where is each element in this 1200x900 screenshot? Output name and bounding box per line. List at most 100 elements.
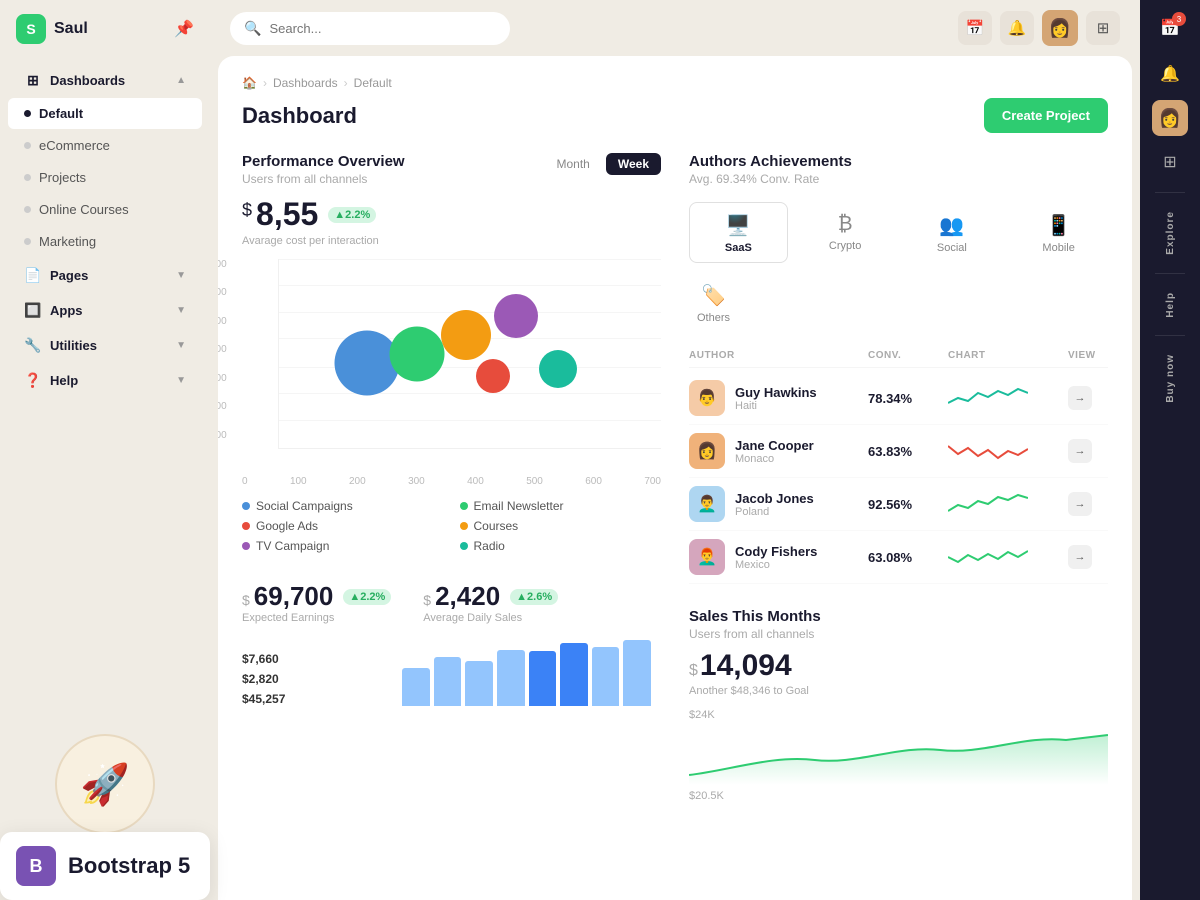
chart-svg — [948, 383, 1028, 413]
grid-panel-btn[interactable]: ⊞ — [1150, 142, 1190, 182]
sales-header: Sales This Months Users from all channel… — [689, 608, 1108, 641]
sales-value-row: $ 14,094 — [689, 649, 1108, 683]
sidebar-item-help[interactable]: ❓ Help ▼ — [8, 363, 202, 397]
bell-panel-btn[interactable]: 🔔 — [1150, 54, 1190, 94]
sidebar-item-ecommerce[interactable]: eCommerce — [8, 130, 202, 161]
nav-dot — [24, 238, 31, 245]
chevron-icon: ▼ — [176, 270, 186, 281]
sidebar-item-dashboards[interactable]: ⊞ Dashboards ▲ — [8, 63, 202, 97]
sales-title: Sales This Months — [689, 608, 821, 625]
search-input[interactable] — [269, 21, 496, 36]
breadcrumb-home[interactable]: 🏠 — [242, 76, 257, 90]
earn-value2: 2,420 — [435, 581, 500, 612]
calendar-button[interactable]: 📅 — [958, 11, 992, 45]
calendar-panel-btn[interactable]: 📅 3 — [1150, 8, 1190, 48]
buy-now-label[interactable]: Buy now — [1165, 346, 1176, 411]
tab-mobile-label: Mobile — [1042, 242, 1074, 254]
legend-label: Email Newsletter — [474, 499, 564, 513]
metric-number: 8,55 — [256, 196, 318, 233]
earnings-values: $ 69,700 ▲2.2% Expected Earnings $ 2,420… — [242, 581, 661, 624]
author-name: Jane Cooper — [735, 438, 814, 453]
pin-icon[interactable]: 📌 — [174, 19, 194, 39]
user-avatar-button[interactable]: 👩 — [1042, 10, 1078, 46]
tab-social[interactable]: 👥 Social — [903, 202, 1002, 263]
perf-title: Performance Overview — [242, 153, 405, 170]
others-tab-row: 🏷️ Others — [689, 275, 1108, 332]
legend-label: Google Ads — [256, 519, 318, 533]
authors-title: Authors Achievements — [689, 153, 852, 170]
bubble-chart — [278, 259, 661, 449]
bubble-email — [389, 326, 444, 381]
search-box[interactable]: 🔍 — [230, 12, 510, 45]
x-axis-labels: 0 100 200 300 400 500 600 700 — [242, 476, 661, 487]
sidebar-item-default[interactable]: Default — [8, 98, 202, 129]
view-button[interactable]: → — [1068, 545, 1092, 569]
main-two-col: Performance Overview Users from all chan… — [242, 153, 1108, 802]
chevron-icon: ▼ — [176, 340, 186, 351]
user-panel-avatar[interactable]: 👩 — [1152, 100, 1188, 136]
logo-area: S Saul 📌 — [0, 0, 210, 58]
tab-mobile[interactable]: 📱 Mobile — [1009, 202, 1108, 263]
notification-button[interactable]: 🔔 — [1000, 11, 1034, 45]
author-details: Jacob Jones Poland — [735, 491, 814, 518]
sidebar: S Saul 📌 ⊞ Dashboards ▲ Default eCommerc… — [0, 0, 210, 900]
topbar-actions: 📅 🔔 👩 ⊞ — [958, 10, 1120, 46]
welcome-art: 🚀 — [55, 734, 155, 834]
tab-week[interactable]: Week — [606, 153, 661, 175]
view-button[interactable]: → — [1068, 386, 1092, 410]
bubble-social — [334, 330, 399, 395]
category-tabs: 🖥️ SaaS ₿ Crypto 👥 Social 📱 Mobile — [689, 202, 1108, 263]
view-button[interactable]: → — [1068, 439, 1092, 463]
mobile-icon: 📱 — [1046, 213, 1071, 238]
create-project-button[interactable]: Create Project — [984, 98, 1108, 133]
tab-month[interactable]: Month — [545, 153, 602, 175]
bubble-courses — [476, 359, 510, 393]
view-button[interactable]: → — [1068, 492, 1092, 516]
sidebar-item-projects[interactable]: Projects — [8, 162, 202, 193]
breadcrumb-dashboards[interactable]: Dashboards — [273, 76, 338, 90]
table-header: AUTHOR CONV. CHART VIEW — [689, 344, 1108, 368]
bubble-tv — [494, 294, 538, 338]
tab-pills: Month Week — [545, 153, 662, 175]
sales-value: 14,094 — [700, 649, 792, 683]
tab-crypto[interactable]: ₿ Crypto — [796, 202, 895, 263]
author-country: Mexico — [735, 559, 817, 571]
explore-label[interactable]: Explore — [1165, 203, 1176, 263]
tab-saas[interactable]: 🖥️ SaaS — [689, 202, 788, 263]
bubble-chart-wrapper: 700 600 500 400 300 200 100 0 — [242, 259, 661, 469]
bar-chart-container — [392, 636, 661, 706]
side-val2: $2,820 — [242, 672, 285, 686]
app-name: Saul — [54, 20, 88, 38]
sidebar-item-online-courses[interactable]: Online Courses — [8, 194, 202, 225]
help-label[interactable]: Help — [1165, 284, 1176, 326]
sidebar-item-marketing[interactable]: Marketing — [8, 226, 202, 257]
sidebar-item-utilities[interactable]: 🔧 Utilities ▼ — [8, 328, 202, 362]
chevron-icon: ▲ — [176, 75, 186, 86]
author-name: Jacob Jones — [735, 491, 814, 506]
authors-header: Authors Achievements Avg. 69.34% Conv. R… — [689, 153, 1108, 186]
author-country: Haiti — [735, 400, 817, 412]
earn-value-group: $ 69,700 ▲2.2% — [242, 581, 391, 612]
sidebar-item-apps[interactable]: 🔲 Apps ▼ — [8, 293, 202, 327]
search-icon: 🔍 — [244, 20, 261, 37]
pages-icon: 📄 — [24, 266, 42, 284]
sales-y2: $20.5K — [689, 790, 1108, 802]
earnings-side-values: $7,660 $2,820 $45,257 — [242, 652, 376, 706]
sales-y-labels: $24K — [689, 709, 1108, 721]
bar-4 — [497, 650, 525, 706]
sales-section: Sales This Months Users from all channel… — [689, 608, 1108, 802]
tab-others[interactable]: 🏷️ Others — [689, 275, 738, 332]
author-details: Cody Fishers Mexico — [735, 544, 817, 571]
table-row: 👩 Jane Cooper Monaco 63.83% → — [689, 425, 1108, 478]
topbar: 🔍 📅 🔔 👩 ⊞ — [210, 0, 1140, 56]
earn-label2: Average Daily Sales — [423, 612, 558, 624]
grid-button[interactable]: ⊞ — [1086, 11, 1120, 45]
sales-chart: $24K $20.5K — [689, 709, 1108, 802]
notif-badge: 3 — [1172, 12, 1186, 26]
earn-value: 69,700 — [254, 581, 334, 612]
page-title: Dashboard — [242, 103, 357, 129]
sidebar-item-pages[interactable]: 📄 Pages ▼ — [8, 258, 202, 292]
bar-2 — [434, 657, 462, 706]
bar-8 — [623, 640, 651, 707]
legend-label: Radio — [474, 539, 505, 553]
